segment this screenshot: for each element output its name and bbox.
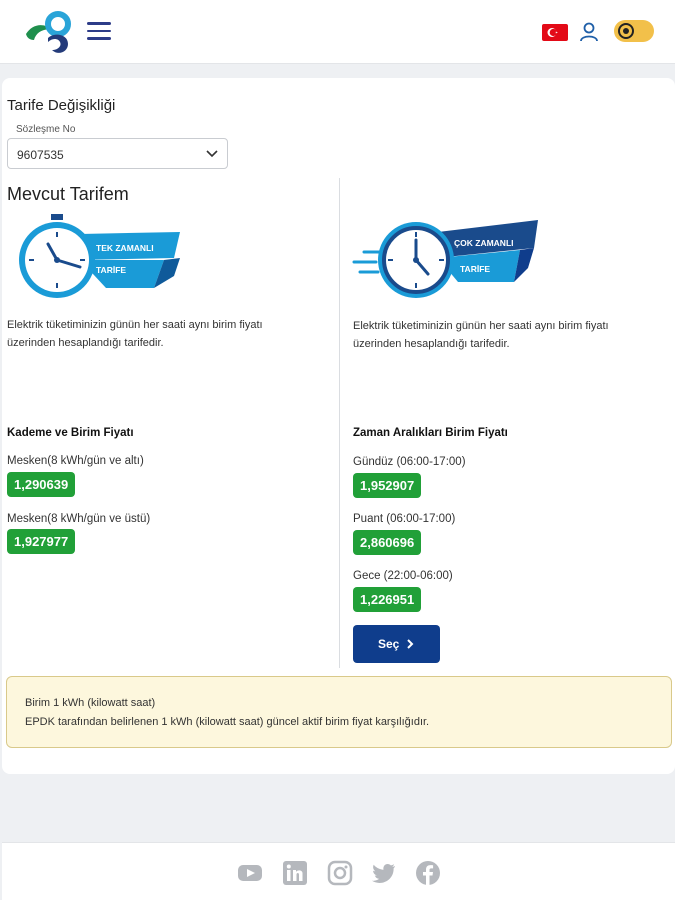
price-label: Puant (06:00-17:00): [353, 513, 456, 525]
price-badge: 2,860696: [353, 530, 422, 555]
contract-select-value: 9607535: [17, 148, 64, 162]
desc-right-line2: üzerinden hesaplandığı tarifedir.: [353, 338, 510, 350]
price-badge: 1,927977: [7, 529, 76, 554]
price-badge: 1,290639: [7, 472, 76, 497]
multi-time-tariff-illustration: ÇOK ZAMANLI TARİFE: [352, 220, 538, 298]
price-label: Gündüz (06:00-17:00): [353, 456, 466, 468]
youtube-icon[interactable]: [237, 860, 263, 886]
hamburger-icon[interactable]: [87, 22, 111, 40]
instagram-icon[interactable]: [327, 860, 353, 886]
desc-right-line1: Elektrik tüketiminizin günün her saati a…: [353, 320, 609, 332]
page-title: Tarife Değişikliği: [7, 97, 116, 114]
desc-left-line2: üzerinden hesaplandığı tarifedir.: [7, 337, 164, 349]
time-range-price-title: Zaman Aralıkları Birim Fiyatı: [353, 427, 508, 439]
contract-select[interactable]: 9607535: [7, 138, 228, 169]
price-badge: 1,226951: [353, 587, 422, 612]
desc-left-line1: Elektrik tüketiminizin günün her saati a…: [7, 319, 263, 331]
price-label: Gece (22:00-06:00): [353, 570, 453, 582]
info-note: Birim 1 kWh (kilowatt saat) EPDK tarafın…: [6, 676, 672, 748]
chevron-down-icon: [206, 150, 218, 158]
theme-toggle[interactable]: [614, 20, 654, 42]
sun-toggle-icon: [618, 23, 634, 39]
note-line1: Birim 1 kWh (kilowatt saat): [25, 697, 156, 709]
select-tariff-button[interactable]: Seç: [353, 625, 440, 663]
illustration-left-line2: TARİFE: [96, 265, 126, 275]
illustration-right-line2: TARİFE: [460, 264, 490, 274]
illustration-right-line1: ÇOK ZAMANLI: [454, 238, 514, 248]
price-label: Mesken(8 kWh/gün ve üstü): [7, 513, 151, 525]
tier-price-title: Kademe ve Birim Fiyatı: [7, 427, 134, 439]
user-icon[interactable]: [578, 21, 600, 43]
chevron-right-icon: [407, 639, 414, 649]
company-logo[interactable]: [24, 10, 76, 56]
turkish-flag-icon[interactable]: [542, 24, 568, 41]
note-line2: EPDK tarafından belirlenen 1 kWh (kilowa…: [25, 716, 430, 728]
current-tariff-title: Mevcut Tarifem: [7, 184, 129, 204]
twitter-icon[interactable]: [371, 860, 397, 886]
select-button-label: Seç: [378, 637, 400, 651]
price-badge: 1,952907: [353, 473, 422, 498]
illustration-left-line1: TEK ZAMANLI: [96, 243, 154, 253]
linkedin-icon[interactable]: [282, 860, 308, 886]
facebook-icon[interactable]: [415, 860, 441, 886]
tariff-description-left: Elektrik tüketiminizin günün her saati a…: [7, 316, 317, 352]
single-time-tariff-illustration: TEK ZAMANLI TARİFE: [19, 214, 180, 298]
price-label: Mesken(8 kWh/gün ve altı): [7, 455, 144, 467]
contract-field-label: Sözleşme No: [16, 124, 76, 135]
tariff-description-right: Elektrik tüketiminizin günün her saati a…: [353, 317, 663, 353]
column-divider: [339, 178, 340, 668]
